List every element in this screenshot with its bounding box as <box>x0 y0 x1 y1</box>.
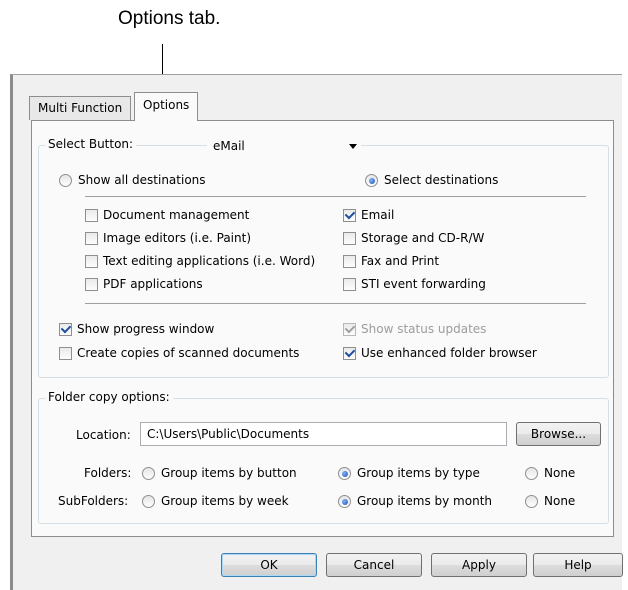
callout-caption: Options tab. <box>118 8 221 29</box>
storage-cdrw-label: Storage and CD-R/W <box>361 231 485 245</box>
options-dialog: Multi Function Options Select Button: eM… <box>10 74 623 590</box>
select-destinations-radio[interactable] <box>365 174 378 187</box>
folder-copy-group: Folder copy options: Location: C:\Users\… <box>38 390 609 524</box>
subfolders-none-label: None <box>544 494 576 508</box>
options-tab-panel: Select Button: eMail Show all destinatio… <box>31 120 614 537</box>
tab-options[interactable]: Options <box>134 92 199 121</box>
location-input[interactable]: C:\Users\Public\Documents <box>140 422 507 446</box>
sti-event-forwarding-checkbox[interactable] <box>343 278 356 291</box>
text-editing-label: Text editing applications (i.e. Word) <box>103 254 316 268</box>
folders-group-by-button-radio[interactable] <box>142 467 155 480</box>
pdf-applications-label: PDF applications <box>103 277 203 291</box>
enhanced-folder-browser-checkbox[interactable] <box>343 347 356 360</box>
subfolders-label: SubFolders: <box>58 494 129 508</box>
email-label: Email <box>361 208 395 222</box>
divider-top <box>85 196 586 197</box>
document-management-label: Document management <box>103 208 250 222</box>
sti-event-forwarding-label: STI event forwarding <box>361 277 486 291</box>
tab-multi-function[interactable]: Multi Function <box>29 96 132 120</box>
image-editors-label: Image editors (i.e. Paint) <box>103 231 251 245</box>
document-management-checkbox[interactable] <box>85 209 98 222</box>
folders-none-label: None <box>544 466 576 480</box>
create-copies-label: Create copies of scanned documents <box>77 346 300 360</box>
enhanced-folder-browser-label: Use enhanced folder browser <box>361 346 537 360</box>
subfolders-group-by-month-radio[interactable] <box>338 495 351 508</box>
folders-group-by-type-label: Group items by type <box>357 466 480 480</box>
browse-button[interactable]: Browse... <box>516 422 601 446</box>
storage-cdrw-checkbox[interactable] <box>343 232 356 245</box>
show-all-destinations-radio[interactable] <box>59 174 72 187</box>
ok-button[interactable]: OK <box>221 553 317 577</box>
subfolders-none-radio[interactable] <box>525 495 538 508</box>
folders-label: Folders: <box>84 466 132 480</box>
folder-copy-legend: Folder copy options: <box>45 390 173 404</box>
select-button-group: Select Button: eMail Show all destinatio… <box>38 136 609 378</box>
select-button-label: Select Button: <box>45 137 137 151</box>
divider-bottom <box>85 303 586 304</box>
pdf-applications-checkbox[interactable] <box>85 278 98 291</box>
email-checkbox[interactable] <box>343 209 356 222</box>
subfolders-group-by-week-label: Group items by week <box>161 494 289 508</box>
chevron-down-icon <box>349 144 357 149</box>
fax-print-label: Fax and Print <box>361 254 440 268</box>
text-editing-checkbox[interactable] <box>85 255 98 268</box>
show-progress-checkbox[interactable] <box>59 323 72 336</box>
select-button-value: eMail <box>213 139 245 153</box>
help-button[interactable]: Help <box>533 553 623 577</box>
show-progress-label: Show progress window <box>77 322 215 336</box>
folders-none-radio[interactable] <box>525 467 538 480</box>
fax-print-checkbox[interactable] <box>343 255 356 268</box>
subfolders-group-by-week-radio[interactable] <box>142 495 155 508</box>
cancel-button[interactable]: Cancel <box>326 553 422 577</box>
show-status-updates-label: Show status updates <box>361 322 487 336</box>
folders-group-by-type-radio[interactable] <box>338 467 351 480</box>
subfolders-group-by-month-label: Group items by month <box>357 494 493 508</box>
image-editors-checkbox[interactable] <box>85 232 98 245</box>
show-all-destinations-label: Show all destinations <box>78 173 206 187</box>
apply-button[interactable]: Apply <box>431 553 527 577</box>
select-destinations-label: Select destinations <box>384 173 499 187</box>
folders-group-by-button-label: Group items by button <box>161 466 297 480</box>
select-button-dropdown[interactable]: eMail <box>207 136 361 156</box>
show-status-updates-checkbox <box>343 323 356 336</box>
location-label: Location: <box>76 428 131 442</box>
create-copies-checkbox[interactable] <box>59 347 72 360</box>
